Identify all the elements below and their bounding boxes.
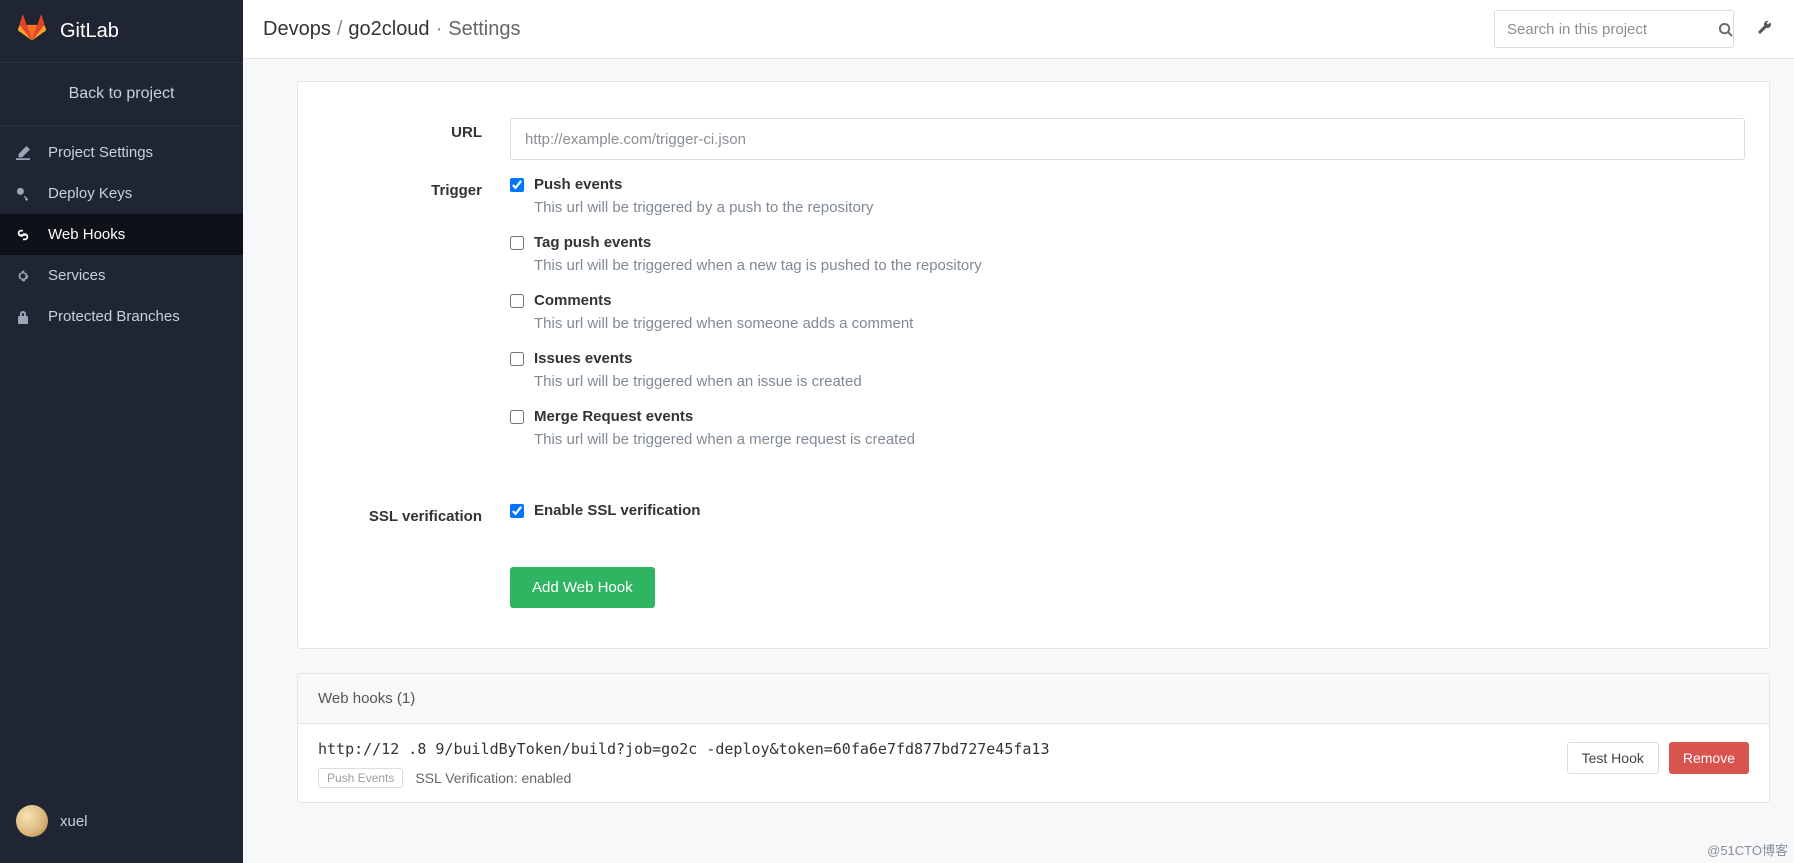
hook-url: http://12 .8 9/buildByToken/build?job=go… — [318, 740, 1553, 758]
trigger-comment: Comments This url will be triggered when … — [510, 292, 1745, 332]
add-web-hook-button[interactable]: Add Web Hook — [510, 567, 655, 608]
gitlab-logo-icon — [18, 14, 46, 48]
back-to-project-link[interactable]: Back to project — [0, 62, 243, 126]
username: xuel — [60, 813, 88, 830]
sidebar-item-project-settings[interactable]: Project Settings — [0, 132, 243, 173]
search-input[interactable] — [1495, 21, 1718, 38]
trigger-title: Issues events — [534, 350, 632, 367]
brand-name: GitLab — [60, 20, 119, 43]
hook-url-input[interactable] — [510, 118, 1745, 160]
brand[interactable]: GitLab — [0, 0, 243, 62]
trigger-desc: This url will be triggered when a merge … — [534, 431, 1745, 448]
breadcrumb-group[interactable]: Devops — [263, 18, 331, 41]
hooks-header: Web hooks (1) — [298, 674, 1769, 724]
search-icon[interactable] — [1718, 22, 1733, 37]
trigger-title: Merge Request events — [534, 408, 693, 425]
hook-ssl-status: SSL Verification: enabled — [415, 770, 571, 786]
settings-wrench-icon[interactable] — [1744, 10, 1784, 48]
existing-hooks-panel: Web hooks (1) http://12 .8 9/buildByToke… — [297, 673, 1770, 803]
sidebar-item-deploy-keys[interactable]: Deploy Keys — [0, 173, 243, 214]
sidebar-item-protected-branches[interactable]: Protected Branches — [0, 296, 243, 337]
sidebar-item-label: Protected Branches — [48, 308, 180, 325]
settings-nav: Project Settings Deploy Keys Web Hooks S… — [0, 132, 243, 337]
test-hook-button[interactable]: Test Hook — [1567, 742, 1659, 774]
watermark: @51CTO博客 — [1707, 840, 1788, 859]
hook-row: http://12 .8 9/buildByToken/build?job=go… — [298, 724, 1769, 802]
breadcrumb-project[interactable]: go2cloud — [348, 18, 429, 41]
trigger-desc: This url will be triggered by a push to … — [534, 199, 1745, 216]
trigger-title: Tag push events — [534, 234, 651, 251]
link-icon — [14, 228, 32, 242]
url-label: URL — [298, 118, 510, 160]
sidebar-item-label: Project Settings — [48, 144, 153, 161]
sidebar-item-services[interactable]: Services — [0, 255, 243, 296]
hook-event-badge: Push Events — [318, 768, 403, 788]
trigger-desc: This url will be triggered when a new ta… — [534, 257, 1745, 274]
breadcrumb: Devops / go2cloud · Settings — [263, 18, 521, 41]
remove-hook-button[interactable]: Remove — [1669, 742, 1749, 774]
ssl-checkbox[interactable] — [510, 504, 524, 518]
trigger-issue-checkbox[interactable] — [510, 352, 524, 366]
topbar: Devops / go2cloud · Settings — [243, 0, 1794, 59]
sidebar-item-web-hooks[interactable]: Web Hooks — [0, 214, 243, 255]
trigger-issue: Issues events This url will be triggered … — [510, 350, 1745, 390]
edit-icon — [14, 146, 32, 160]
sidebar: GitLab Back to project Project Settings … — [0, 0, 243, 863]
webhook-form-panel: URL Trigger Push events This url will be … — [297, 81, 1770, 649]
project-search — [1494, 10, 1734, 48]
trigger-merge: Merge Request events This url will be tri… — [510, 408, 1745, 448]
trigger-label: Trigger — [298, 176, 510, 466]
trigger-desc: This url will be triggered when someone … — [534, 315, 1745, 332]
trigger-title: Push events — [534, 176, 622, 193]
trigger-title: Comments — [534, 292, 612, 309]
trigger-desc: This url will be triggered when an issue… — [534, 373, 1745, 390]
trigger-push-checkbox[interactable] — [510, 178, 524, 192]
trigger-comment-checkbox[interactable] — [510, 294, 524, 308]
trigger-tag: Tag push events This url will be triggere… — [510, 234, 1745, 274]
gear-icon — [14, 269, 32, 283]
sidebar-item-label: Web Hooks — [48, 226, 125, 243]
trigger-push: Push events This url will be triggered by… — [510, 176, 1745, 216]
lock-icon — [14, 310, 32, 324]
trigger-tag-checkbox[interactable] — [510, 236, 524, 250]
sidebar-item-label: Services — [48, 267, 106, 284]
ssl-label: SSL verification — [298, 502, 510, 525]
trigger-merge-checkbox[interactable] — [510, 410, 524, 424]
key-icon — [14, 187, 32, 201]
avatar — [16, 805, 48, 837]
breadcrumb-page: Settings — [448, 18, 520, 41]
sidebar-user[interactable]: xuel — [0, 791, 243, 863]
sidebar-item-label: Deploy Keys — [48, 185, 132, 202]
ssl-checkbox-label: Enable SSL verification — [534, 502, 700, 519]
